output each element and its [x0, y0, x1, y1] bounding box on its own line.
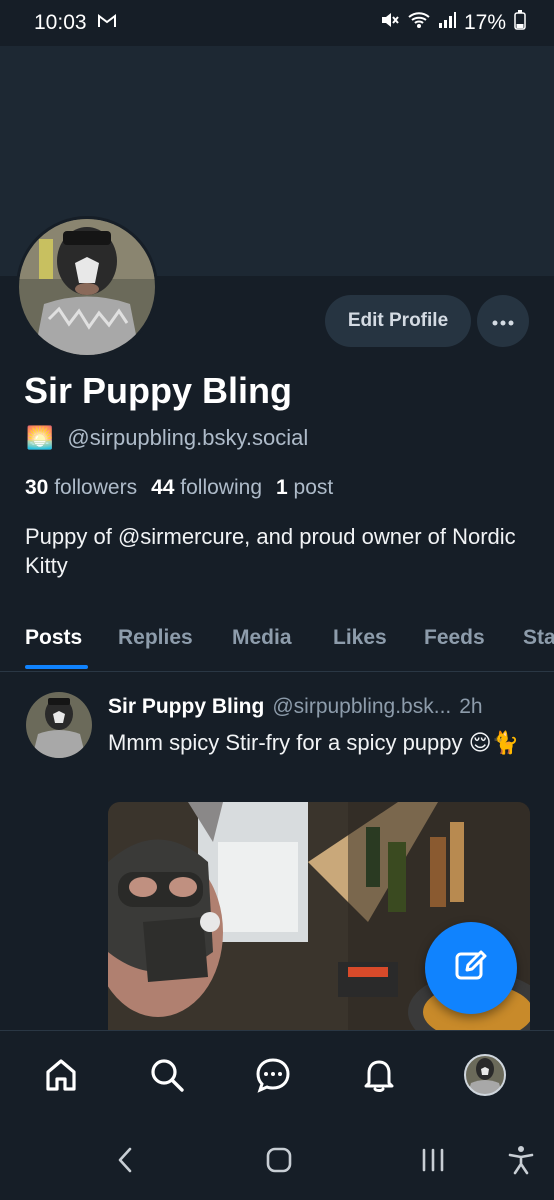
home-square-icon [266, 1147, 292, 1178]
battery-icon [514, 10, 526, 36]
edit-profile-button[interactable]: Edit Profile [325, 295, 471, 347]
following-label: following [180, 476, 262, 499]
profile-bio: Puppy of @sirmercure, and proud owner of… [25, 524, 516, 578]
handle-row: 🌅 @sirpupbling.bsky.social [26, 425, 308, 451]
ellipsis-icon [492, 314, 514, 329]
tab-posts[interactable]: Posts [25, 604, 82, 671]
posts-stat: 1 post [276, 476, 333, 500]
compose-post-button[interactable] [425, 922, 517, 1014]
tab-likes[interactable]: Likes [333, 604, 387, 671]
nav-home[interactable] [37, 1053, 85, 1101]
post-author-name[interactable]: Sir Puppy Bling [108, 695, 264, 719]
nav-profile[interactable] [461, 1053, 509, 1101]
search-icon [149, 1057, 185, 1098]
status-time: 10:03 [34, 11, 87, 34]
back-chevron-icon [117, 1146, 133, 1179]
accessibility-button[interactable] [506, 1145, 536, 1180]
more-options-button[interactable] [477, 295, 529, 347]
system-back-button[interactable] [110, 1146, 140, 1178]
profile-handle: @sirpupbling.bsky.social [67, 425, 309, 450]
signal-icon [438, 11, 456, 35]
bottom-navigation [0, 1030, 554, 1122]
profile-stats: 30 followers 44 following 1 post [25, 476, 333, 500]
recents-icon [420, 1147, 446, 1178]
tab-feeds[interactable]: Feeds [424, 604, 485, 671]
profile-tabs: Posts Replies Media Likes Feeds Starter … [0, 604, 554, 672]
post-text: Mmm spicy Stir-fry for a spicy puppy 😌🐈 [108, 730, 519, 755]
home-icon [43, 1057, 79, 1098]
system-home-button[interactable] [264, 1146, 294, 1178]
post-author-handle[interactable]: @sirpupbling.bsk... [272, 695, 451, 719]
mute-icon [380, 11, 400, 35]
sunrise-emoji: 🌅 [26, 425, 54, 450]
followers-label: followers [54, 476, 138, 499]
bell-icon [361, 1057, 397, 1098]
status-bar: 10:03 17% [0, 0, 554, 46]
system-recents-button[interactable] [418, 1146, 448, 1178]
post-header: Sir Puppy Bling @sirpupbling.bsk... 2h [108, 695, 534, 719]
followers-count: 30 [25, 476, 49, 499]
profile-avatar-icon [463, 1053, 507, 1102]
battery-text: 17% [463, 11, 506, 34]
profile-display-name: Sir Puppy Bling [24, 370, 293, 411]
accessibility-icon [508, 1145, 534, 1180]
tab-replies[interactable]: Replies [118, 604, 193, 671]
profile-avatar[interactable] [16, 216, 158, 358]
posts-label: post [293, 476, 334, 499]
system-navigation-bar [0, 1122, 554, 1200]
nav-notifications[interactable] [355, 1053, 403, 1101]
nav-search[interactable] [143, 1053, 191, 1101]
wifi-icon [408, 11, 430, 35]
nav-chat[interactable] [249, 1053, 297, 1101]
tab-starter-packs[interactable]: Starter Packs [523, 604, 554, 671]
tab-media[interactable]: Media [232, 604, 292, 671]
post-author-avatar[interactable] [26, 692, 92, 758]
chat-icon [255, 1057, 291, 1098]
active-tab-indicator [25, 665, 88, 669]
post-timestamp: 2h [459, 695, 483, 718]
following-link[interactable]: 44 following [151, 476, 262, 500]
gmail-icon [97, 11, 117, 35]
posts-count: 1 [276, 476, 288, 499]
following-count: 44 [151, 476, 175, 499]
compose-icon [453, 948, 489, 989]
followers-link[interactable]: 30 followers [25, 476, 137, 500]
